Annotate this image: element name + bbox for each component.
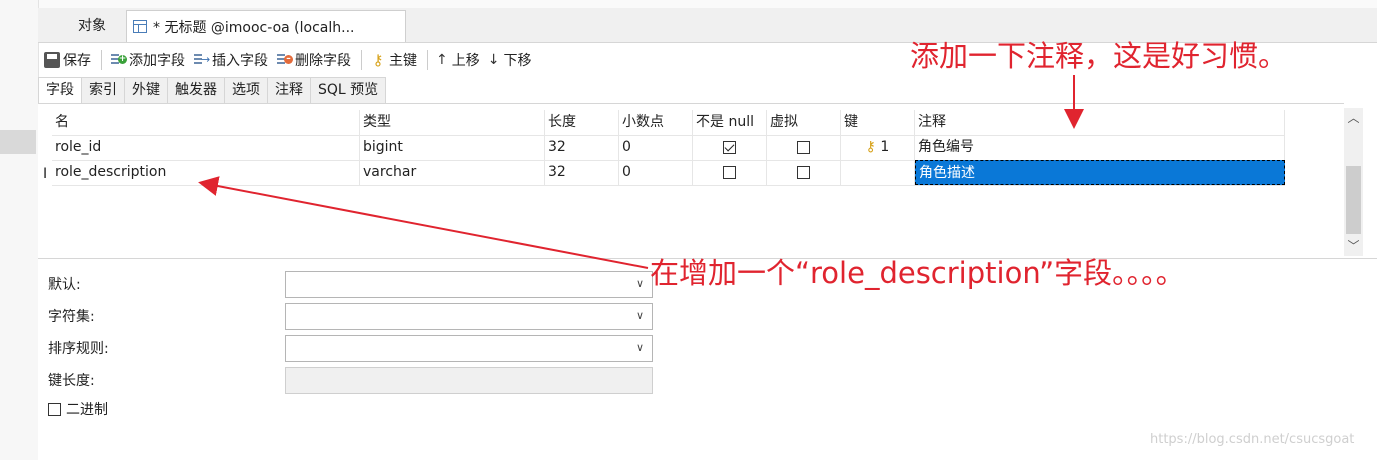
scroll-down-icon[interactable]: ﹀ xyxy=(1344,238,1363,254)
field-comment-cell[interactable]: 角色编号 xyxy=(915,135,1285,160)
delete-field-label: 删除字段 xyxy=(295,53,351,69)
move-down-label: 下移 xyxy=(503,53,532,69)
field-decimals-cell[interactable]: 0 xyxy=(619,135,693,160)
column-header-virtual[interactable]: 虚拟 xyxy=(767,110,841,135)
subtab-sql-preview[interactable]: SQL 预览 xyxy=(311,77,387,104)
save-button[interactable]: 保存 xyxy=(44,50,91,70)
primary-key-button[interactable]: ⚷ 主键 xyxy=(370,50,418,70)
field-type-cell[interactable]: varchar xyxy=(360,160,545,185)
scrollbar-thumb[interactable] xyxy=(1346,166,1361,234)
subtab-triggers[interactable]: 触发器 xyxy=(168,77,225,104)
move-up-button[interactable]: ↑ 上移 xyxy=(436,50,480,70)
field-not-null-cell xyxy=(693,160,767,185)
column-header-name[interactable]: 名 xyxy=(52,110,360,135)
tab-untitled-table-label: * 无标题 @imooc-oa (localh... xyxy=(153,19,355,36)
key-icon: ⚷ xyxy=(372,51,384,69)
move-up-label: 上移 xyxy=(451,53,480,69)
collation-row: 排序规则: ∨ xyxy=(48,334,653,362)
charset-select[interactable]: ∨ xyxy=(285,302,653,330)
field-decimals-cell[interactable]: 0 xyxy=(619,160,693,185)
fields-grid-area: 名 类型 长度 小数点 不是 null 虚拟 键 注释 role_id bigi… xyxy=(38,103,1344,259)
default-row: 默认: ∨ xyxy=(48,270,653,298)
add-field-label: 添加字段 xyxy=(129,53,185,69)
column-header-type[interactable]: 类型 xyxy=(360,110,545,135)
annotation-top: 添加一下注释，这是好习惯。 xyxy=(910,39,1288,73)
save-icon xyxy=(44,52,60,68)
field-name-cell[interactable]: role_description xyxy=(52,160,360,185)
left-navigation-strip xyxy=(0,0,39,460)
delete-field-button[interactable]: 删除字段 xyxy=(276,50,351,70)
field-not-null-cell xyxy=(693,135,767,160)
default-select[interactable]: ∨ xyxy=(285,270,653,298)
virtual-checkbox[interactable] xyxy=(797,165,810,179)
toolbar-separator xyxy=(427,50,428,70)
tab-untitled-table[interactable]: * 无标题 @imooc-oa (localh... xyxy=(126,10,406,42)
charset-label: 字符集: xyxy=(48,309,95,325)
toolbar-separator xyxy=(101,50,102,70)
insert-field-icon xyxy=(193,52,210,68)
key-length-row: 键长度: xyxy=(48,366,653,394)
designer-subtabs: 字段 索引 外键 触发器 选项 注释 SQL 预览 xyxy=(38,77,1377,104)
chevron-down-icon: ∨ xyxy=(635,308,644,322)
subtab-comment[interactable]: 注释 xyxy=(268,77,311,104)
key-length-label: 键长度: xyxy=(48,373,95,389)
column-header-comment[interactable]: 注释 xyxy=(915,110,1285,135)
add-field-icon xyxy=(110,52,127,68)
virtual-checkbox[interactable] xyxy=(797,140,810,154)
not-null-checkbox[interactable] xyxy=(723,140,736,154)
scroll-up-icon[interactable]: ︿ xyxy=(1344,110,1363,126)
field-key-cell[interactable] xyxy=(841,160,915,185)
chevron-down-icon: ∨ xyxy=(635,276,644,290)
not-null-checkbox[interactable] xyxy=(723,165,736,179)
move-down-button[interactable]: ↓ 下移 xyxy=(488,50,532,70)
charset-row: 字符集: ∨ xyxy=(48,302,653,330)
subtab-foreign-keys[interactable]: 外键 xyxy=(125,77,168,104)
arrow-up-icon: ↑ xyxy=(436,52,448,68)
key-icon: ⚷ xyxy=(865,139,876,155)
watermark: https://blog.csdn.net/csucsgoat xyxy=(1150,432,1355,447)
delete-field-icon xyxy=(276,52,293,68)
add-field-button[interactable]: 添加字段 xyxy=(110,50,185,70)
subtab-indexes[interactable]: 索引 xyxy=(82,77,125,104)
annotation-middle: 在增加一个“role_description”字段。。。。 xyxy=(650,256,1185,290)
save-button-label: 保存 xyxy=(63,53,91,69)
insert-field-button[interactable]: 插入字段 xyxy=(193,50,268,70)
chevron-down-icon: ∨ xyxy=(635,340,644,354)
column-header-length[interactable]: 长度 xyxy=(545,110,619,135)
binary-row: 二进制 xyxy=(48,399,108,419)
field-type-cell[interactable]: bigint xyxy=(360,135,545,160)
field-virtual-cell xyxy=(767,135,841,160)
binary-checkbox[interactable] xyxy=(48,402,61,416)
field-length-cell[interactable]: 32 xyxy=(545,135,619,160)
key-order: 1 xyxy=(880,139,890,155)
subtab-options[interactable]: 选项 xyxy=(225,77,268,104)
binary-label: 二进制 xyxy=(66,402,108,418)
toolbar-separator xyxy=(361,50,362,70)
table-row[interactable]: role_description varchar 32 0 角色描述 xyxy=(52,160,1285,186)
field-virtual-cell xyxy=(767,160,841,185)
field-length-cell[interactable]: 32 xyxy=(545,160,619,185)
text-cursor-icon: I xyxy=(43,166,48,182)
primary-key-label: 主键 xyxy=(389,53,417,69)
subtab-fields[interactable]: 字段 xyxy=(38,77,82,104)
collation-label: 排序规则: xyxy=(48,341,109,357)
grid-vertical-scrollbar[interactable]: ︿ ﹀ xyxy=(1344,108,1363,256)
field-name-cell[interactable]: role_id xyxy=(52,135,360,160)
field-key-cell[interactable]: ⚷ 1 xyxy=(841,135,915,160)
default-label: 默认: xyxy=(48,277,81,293)
table-icon xyxy=(133,20,147,33)
column-header-not-null[interactable]: 不是 null xyxy=(693,110,767,135)
collation-select[interactable]: ∨ xyxy=(285,334,653,362)
insert-field-label: 插入字段 xyxy=(212,53,268,69)
grid-header-row: 名 类型 长度 小数点 不是 null 虚拟 键 注释 xyxy=(52,110,1285,136)
field-comment-cell-editing[interactable]: 角色描述 xyxy=(915,160,1285,185)
column-header-key[interactable]: 键 xyxy=(841,110,915,135)
table-row[interactable]: role_id bigint 32 0 ⚷ 1 角色编号 xyxy=(52,135,1285,161)
tab-objects[interactable]: 对象 xyxy=(56,12,128,41)
left-strip-selected-item[interactable] xyxy=(0,130,36,154)
key-length-field xyxy=(285,366,653,394)
arrow-down-icon: ↓ xyxy=(487,52,500,68)
column-header-decimals[interactable]: 小数点 xyxy=(619,110,693,135)
